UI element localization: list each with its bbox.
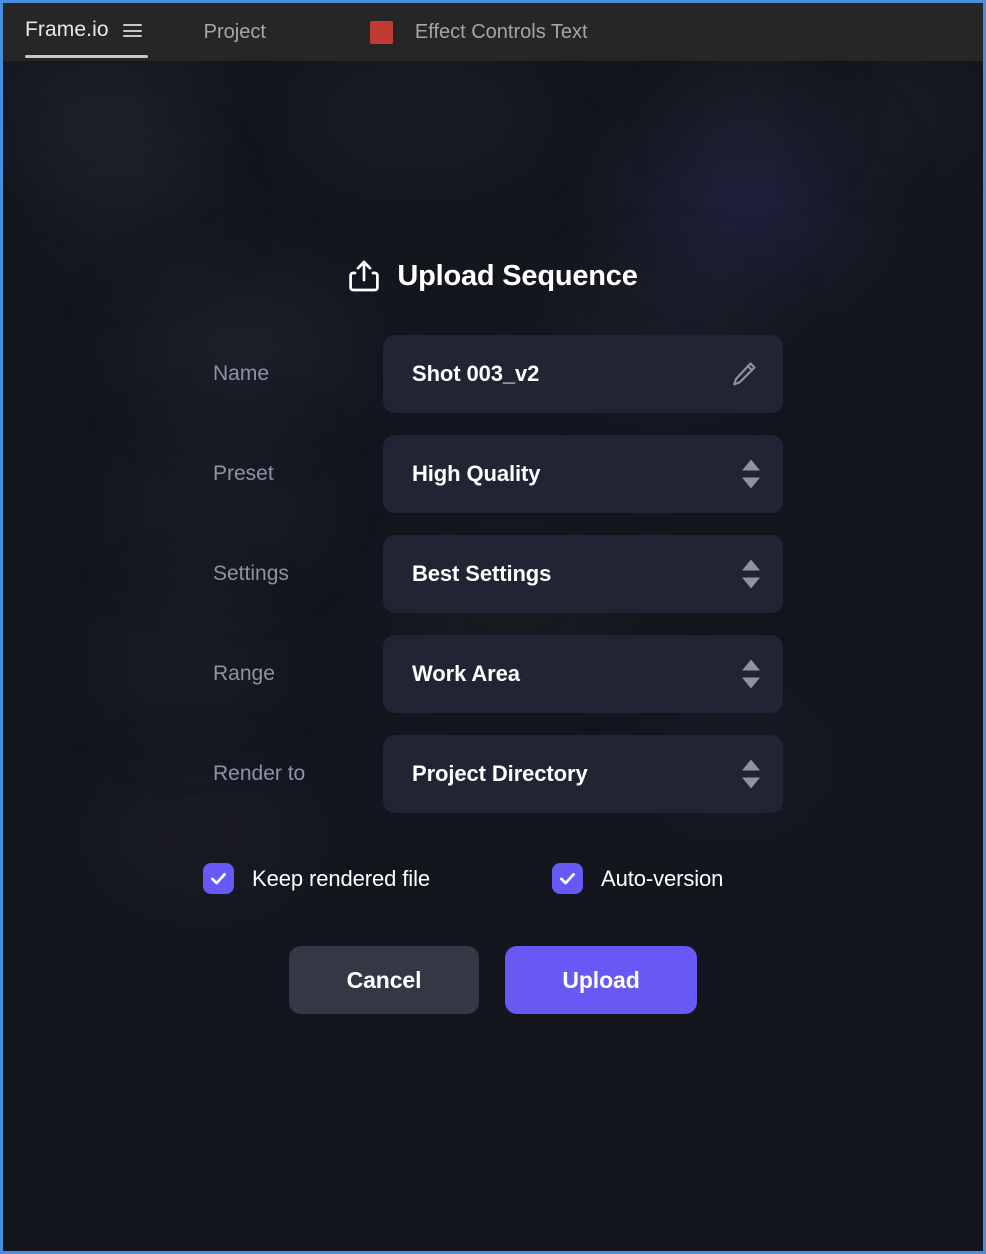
stepper-arrows-icon[interactable]	[742, 659, 760, 689]
form-row-preset: Preset High Quality	[203, 435, 783, 513]
app-window: Frame.io Project Effect Controls Text Up…	[0, 0, 986, 1254]
form-row-settings: Settings Best Settings	[203, 535, 783, 613]
red-square-icon	[369, 20, 393, 44]
render-to-select-value: Project Directory	[412, 761, 588, 786]
range-select-value: Work Area	[412, 661, 520, 686]
checkbox-keep-rendered-file[interactable]: Keep rendered file	[203, 863, 430, 894]
label-preset: Preset	[213, 462, 274, 485]
label-settings: Settings	[213, 562, 289, 585]
render-to-select[interactable]: Project Directory	[383, 735, 783, 813]
stepper-up-icon[interactable]	[742, 559, 760, 571]
settings-select[interactable]: Best Settings	[383, 535, 783, 613]
label-name: Name	[213, 362, 270, 385]
upload-form: Name Shot 003_v2 Preset High Quality Set…	[203, 335, 783, 813]
range-select[interactable]: Work Area	[383, 635, 783, 713]
upload-sequence-dialog: Upload Sequence Name Shot 003_v2 Preset …	[3, 61, 983, 1014]
form-row-render-to: Render to Project Directory	[203, 735, 783, 813]
top-tab-bar: Frame.io Project Effect Controls Text	[3, 3, 983, 61]
stepper-down-icon[interactable]	[742, 477, 760, 489]
upload-share-icon	[348, 259, 380, 293]
dialog-title: Upload Sequence	[348, 259, 638, 293]
preset-select[interactable]: High Quality	[383, 435, 783, 513]
label-render-to: Render to	[213, 762, 306, 785]
label-range: Range	[213, 662, 275, 685]
stepper-up-icon[interactable]	[742, 459, 760, 471]
checkbox-auto-version[interactable]: Auto-version	[552, 863, 723, 894]
name-input[interactable]: Shot 003_v2	[383, 335, 783, 413]
pencil-icon[interactable]	[729, 359, 759, 389]
hamburger-bar	[122, 29, 142, 32]
stepper-up-icon[interactable]	[742, 759, 760, 771]
settings-select-value: Best Settings	[412, 561, 552, 586]
dialog-actions: Cancel Upload	[289, 946, 697, 1014]
form-row-range: Range Work Area	[203, 635, 783, 713]
stepper-arrows-icon[interactable]	[742, 559, 760, 589]
hamburger-bar	[122, 24, 142, 26]
tab-active-underline	[25, 55, 148, 58]
checkbox-checked-icon[interactable]	[552, 863, 583, 894]
tab-project[interactable]: Project	[204, 21, 266, 44]
tab-effect-controls-text[interactable]: Effect Controls Text	[369, 20, 588, 44]
form-row-name: Name Shot 003_v2	[203, 335, 783, 413]
name-input-value: Shot 003_v2	[412, 361, 540, 386]
checkbox-auto-version-label: Auto-version	[601, 865, 724, 891]
stepper-down-icon[interactable]	[742, 777, 760, 789]
stepper-down-icon[interactable]	[742, 677, 760, 689]
stepper-arrows-icon[interactable]	[742, 459, 760, 489]
stepper-arrows-icon[interactable]	[742, 759, 760, 789]
checkbox-checked-icon[interactable]	[203, 863, 234, 894]
hamburger-icon[interactable]	[122, 24, 142, 37]
tab-effect-controls-label: Effect Controls Text	[414, 20, 588, 43]
tab-frameio-label: Frame.io	[25, 18, 109, 41]
dialog-title-text: Upload Sequence	[397, 259, 638, 292]
stepper-down-icon[interactable]	[742, 577, 760, 589]
hamburger-bar	[122, 35, 142, 37]
upload-button[interactable]: Upload	[505, 946, 697, 1014]
checkbox-group: Keep rendered file Auto-version	[203, 863, 783, 894]
checkbox-keep-rendered-file-label: Keep rendered file	[252, 865, 430, 891]
preset-select-value: High Quality	[412, 461, 541, 486]
tab-frameio[interactable]: Frame.io	[25, 18, 148, 58]
stepper-up-icon[interactable]	[742, 659, 760, 671]
cancel-button[interactable]: Cancel	[289, 946, 479, 1014]
